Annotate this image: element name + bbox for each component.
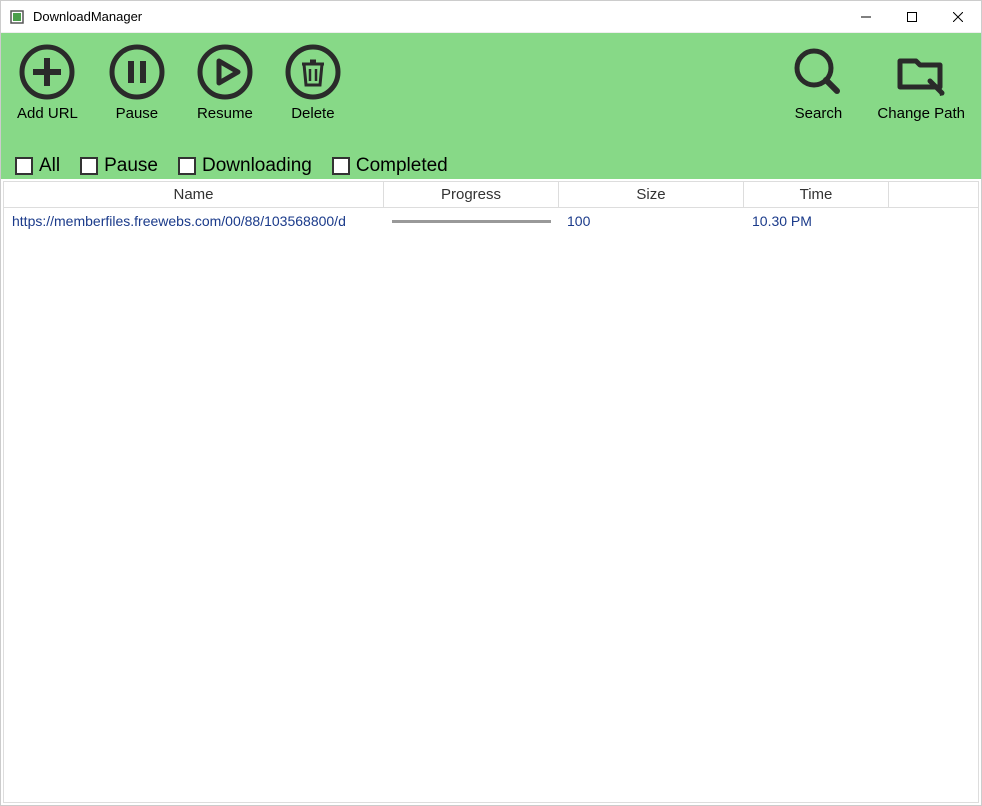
cell-time: 10.30 PM [744, 213, 889, 229]
progress-bar [392, 220, 551, 223]
cell-progress [384, 219, 559, 223]
search-label: Search [795, 105, 843, 122]
filterbar: All Pause Downloading Completed [15, 155, 448, 177]
filter-all[interactable]: All [15, 155, 60, 177]
play-circle-icon [196, 43, 254, 101]
trash-circle-icon [284, 43, 342, 101]
plus-circle-icon [18, 43, 76, 101]
search-button[interactable]: Search [789, 43, 847, 122]
pause-button[interactable]: Pause [108, 43, 166, 122]
filter-downloading-label: Downloading [202, 155, 312, 177]
filter-pause[interactable]: Pause [80, 155, 158, 177]
table-header: Name Progress Size Time [4, 182, 978, 208]
download-table: Name Progress Size Time https://memberfi… [3, 181, 979, 803]
maximize-button[interactable] [889, 1, 935, 32]
folder-edit-icon [892, 43, 950, 101]
delete-button[interactable]: Delete [284, 43, 342, 122]
pause-circle-icon [108, 43, 166, 101]
filter-completed[interactable]: Completed [332, 155, 448, 177]
add-url-label: Add URL [17, 105, 78, 122]
header-size[interactable]: Size [559, 182, 744, 207]
resume-button[interactable]: Resume [196, 43, 254, 122]
search-icon [789, 43, 847, 101]
pause-label: Pause [116, 105, 159, 122]
filter-all-label: All [39, 155, 60, 177]
checkbox-icon [332, 157, 350, 175]
header-extra [889, 182, 978, 207]
window-title: DownloadManager [33, 9, 142, 24]
header-time[interactable]: Time [744, 182, 889, 207]
checkbox-icon [178, 157, 196, 175]
add-url-button[interactable]: Add URL [17, 43, 78, 122]
table-row[interactable]: https://memberfiles.freewebs.com/00/88/1… [4, 208, 978, 234]
minimize-button[interactable] [843, 1, 889, 32]
filter-downloading[interactable]: Downloading [178, 155, 312, 177]
delete-label: Delete [291, 105, 334, 122]
change-path-label: Change Path [877, 105, 965, 122]
checkbox-icon [80, 157, 98, 175]
titlebar: DownloadManager [1, 1, 981, 33]
cell-size: 100 [559, 213, 744, 229]
checkbox-icon [15, 157, 33, 175]
filter-completed-label: Completed [356, 155, 448, 177]
header-progress[interactable]: Progress [384, 182, 559, 207]
close-button[interactable] [935, 1, 981, 32]
window-controls [843, 1, 981, 32]
cell-name: https://memberfiles.freewebs.com/00/88/1… [4, 213, 384, 229]
change-path-button[interactable]: Change Path [877, 43, 965, 122]
resume-label: Resume [197, 105, 253, 122]
app-icon [9, 9, 25, 25]
header-name[interactable]: Name [4, 182, 384, 207]
table-body: https://memberfiles.freewebs.com/00/88/1… [4, 208, 978, 802]
filter-pause-label: Pause [104, 155, 158, 177]
